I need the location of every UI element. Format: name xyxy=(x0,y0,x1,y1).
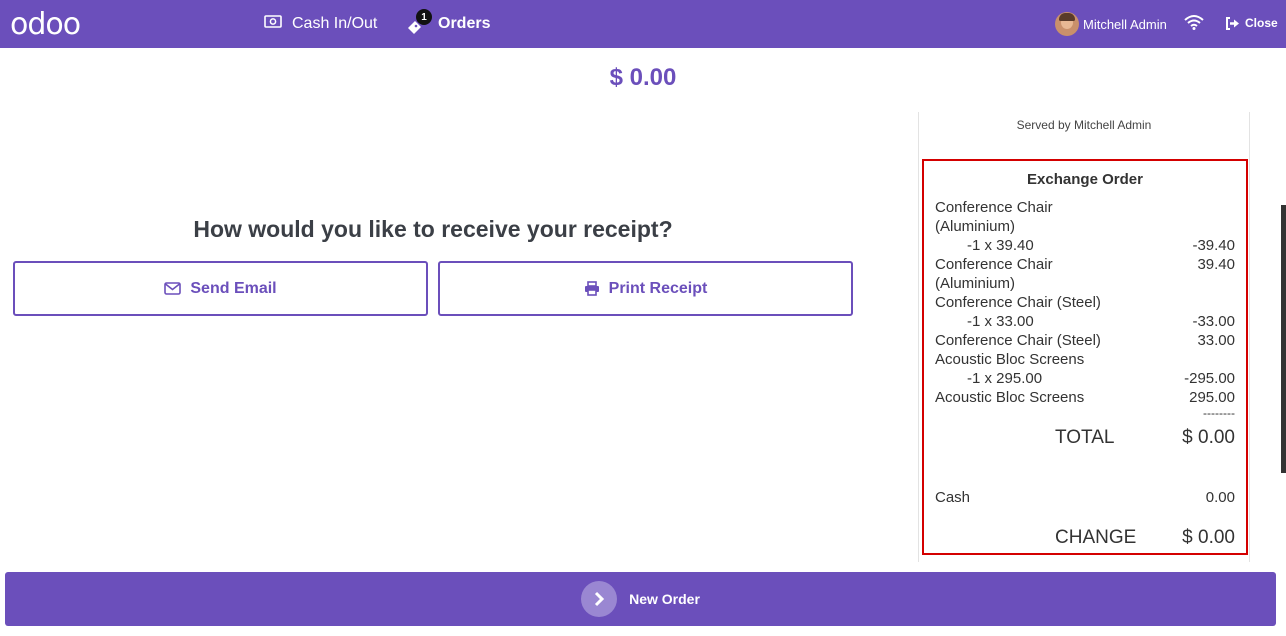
line-quantity: -1 x 295.00 xyxy=(967,370,1043,387)
receipt-highlight: Exchange Order Conference Chair (Aluminiu… xyxy=(922,159,1248,555)
sign-out-icon xyxy=(1226,16,1239,30)
receipt-line: Conference Chair (Steel) xyxy=(935,294,1235,313)
line-amount: 295.00 xyxy=(1189,389,1235,406)
receipt-line: Acoustic Bloc Screens 295.00 xyxy=(935,389,1235,408)
line-product-name: Conference Chair (Steel) xyxy=(935,332,1101,349)
line-product-name: (Aluminium) xyxy=(935,218,1016,235)
close-label: Close xyxy=(1245,16,1278,30)
line-product-name: Conference Chair xyxy=(935,256,1053,273)
printer-icon xyxy=(584,281,599,296)
wifi-icon xyxy=(1184,14,1204,32)
receipt-title: Exchange Order xyxy=(1027,171,1143,188)
total-row: TOTAL $ 0.00 xyxy=(935,427,1235,449)
change-row: CHANGE $ 0.00 xyxy=(935,527,1235,549)
total-label: TOTAL xyxy=(1055,427,1115,448)
avatar xyxy=(1055,12,1079,36)
payment-line: Cash 0.00 xyxy=(935,489,1235,508)
orders-count-badge: 1 xyxy=(416,9,432,25)
receipt-preview[interactable]: Served by Mitchell Admin Exchange Order … xyxy=(918,112,1250,562)
odoo-logo: odoo xyxy=(10,6,81,42)
receipt-line: -1 x 295.00 -295.00 xyxy=(935,370,1235,389)
line-product-name: Conference Chair (Steel) xyxy=(935,294,1101,311)
user-name: Mitchell Admin xyxy=(1083,16,1167,32)
cash-label: Cash xyxy=(935,489,971,506)
line-product-name: Acoustic Bloc Screens xyxy=(935,351,1085,368)
line-amount: -39.40 xyxy=(1192,237,1235,254)
receipt-line: -1 x 39.40 -39.40 xyxy=(935,237,1235,256)
change-label: CHANGE xyxy=(1055,527,1137,548)
chevron-right-icon xyxy=(581,581,618,617)
served-by: Served by Mitchell Admin xyxy=(1016,118,1152,132)
line-amount: 33.00 xyxy=(1197,332,1235,349)
top-bar: odoo Cash In/Out 1 Orders Mitchell Admin xyxy=(0,0,1286,48)
cash-value: 0.00 xyxy=(1205,489,1235,506)
change-value: $ 0.00 xyxy=(1182,527,1235,548)
receipt-line: Acoustic Bloc Screens xyxy=(935,351,1235,370)
money-icon xyxy=(264,15,282,33)
receipt-line: Conference Chair xyxy=(935,199,1235,218)
scrollbar[interactable] xyxy=(1281,205,1286,473)
orders-label: Orders xyxy=(438,15,491,32)
envelope-icon xyxy=(164,282,182,295)
line-product-name: Acoustic Bloc Screens xyxy=(935,389,1085,406)
new-order-button[interactable]: New Order xyxy=(5,572,1276,626)
line-product-name: Conference Chair xyxy=(935,199,1053,216)
amount-total: $ 0.00 xyxy=(609,64,677,91)
cash-in-out-label: Cash In/Out xyxy=(292,15,378,32)
line-amount: -295.00 xyxy=(1184,370,1235,387)
cash-in-out-button[interactable]: Cash In/Out xyxy=(264,0,377,48)
line-amount: 39.40 xyxy=(1197,256,1235,273)
line-quantity: -1 x 39.40 xyxy=(967,237,1034,254)
print-receipt-button[interactable]: Print Receipt xyxy=(438,261,853,316)
close-button[interactable]: Close xyxy=(1225,13,1278,33)
receipt-line: -1 x 33.00 -33.00 xyxy=(935,313,1235,332)
orders-button[interactable]: 1 Orders xyxy=(406,0,490,48)
total-value: $ 0.00 xyxy=(1182,427,1235,448)
line-quantity: -1 x 33.00 xyxy=(967,313,1034,330)
line-product-name: (Aluminium) xyxy=(935,275,1016,292)
receipt-line: (Aluminium) xyxy=(935,218,1235,237)
new-order-label: New Order xyxy=(629,591,700,607)
receipt-line: Conference Chair (Steel) 33.00 xyxy=(935,332,1235,351)
receipt-line: (Aluminium) xyxy=(935,275,1235,294)
receipt-question: How would you like to receive your recei… xyxy=(193,216,673,242)
line-amount: -33.00 xyxy=(1192,313,1235,330)
receipt-line: Conference Chair 39.40 xyxy=(935,256,1235,275)
send-email-label: Send Email xyxy=(190,279,277,297)
print-receipt-label: Print Receipt xyxy=(608,279,708,297)
separator: -------- xyxy=(1203,406,1235,420)
user-menu[interactable]: Mitchell Admin xyxy=(1055,12,1167,36)
send-email-button[interactable]: Send Email xyxy=(13,261,428,316)
